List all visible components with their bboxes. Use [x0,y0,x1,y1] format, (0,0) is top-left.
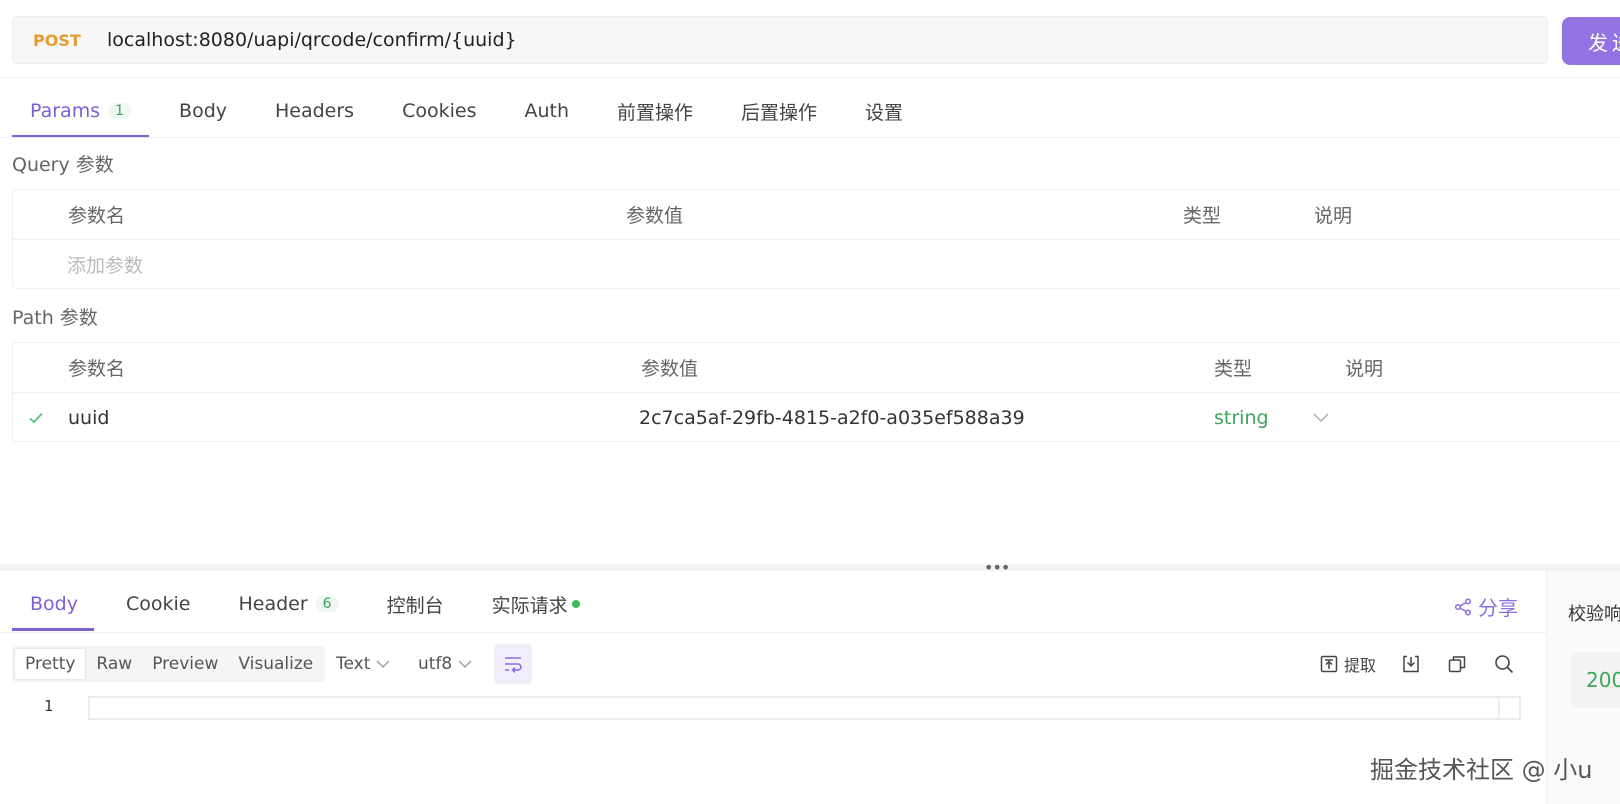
share-button[interactable]: 分享 [1454,592,1518,621]
tab-actual-request[interactable]: 实际请求 [492,577,580,631]
param-value[interactable]: 2c7ca5af-29fb-4815-a2f0-a035ef588a39 [639,393,1025,442]
column-header-type: 类型 [1214,358,1253,380]
table-row: uuid 2c7ca5af-29fb-4815-a2f0-a035ef588a3… [13,392,1620,441]
view-raw[interactable]: Raw [86,648,142,680]
line-number: 1 [44,697,54,715]
url-input[interactable]: localhost:8080/uapi/qrcode/confirm/{uuid… [107,29,517,51]
add-param-row[interactable]: 添加参数 [13,239,1620,288]
method-selector[interactable]: POST [33,31,91,50]
response-tabs: Body Cookie Header 6 控制台 实际请求 [12,576,628,632]
tab-params[interactable]: Params 1 [12,84,150,138]
view-preview[interactable]: Preview [142,648,228,680]
view-mode-toggle: Pretty Raw Preview Visualize [12,646,326,682]
tab-response-header[interactable]: Header 6 [238,577,339,631]
divider [0,137,1620,138]
column-header-name: 参数名 [68,205,126,227]
drag-handle-icon[interactable]: ••• [984,558,1010,577]
table-header-row: 参数名 参数值 类型 说明 [13,190,1620,239]
view-visualize[interactable]: Visualize [228,648,323,680]
format-value: Text [336,654,371,674]
request-tabs: Params 1 Body Headers Cookies Auth 前置操作 … [12,84,951,138]
extract-icon [1320,655,1338,673]
format-select[interactable]: Text [336,648,390,680]
column-header-value: 参数值 [626,205,684,227]
column-header-name: 参数名 [68,358,126,380]
share-icon [1454,597,1472,616]
view-pretty[interactable]: Pretty [14,648,87,680]
path-params-table: 参数名 参数值 类型 说明 uuid 2c7ca5af-29fb-4815-a2… [12,342,1620,442]
extract-label: 提取 [1344,656,1377,675]
tab-auth[interactable]: Auth [524,84,569,138]
chevron-down-icon[interactable] [1313,393,1329,442]
share-label: 分享 [1478,596,1518,620]
editor-scrollbar[interactable] [1498,696,1522,720]
tab-body[interactable]: Body [179,84,227,138]
tab-pre-processors[interactable]: 前置操作 [617,84,693,138]
panel-splitter[interactable] [0,564,1620,571]
tab-post-processors[interactable]: 后置操作 [741,84,817,138]
url-bar[interactable]: POST localhost:8080/uapi/qrcode/confirm/… [12,16,1548,64]
tab-cookies[interactable]: Cookies [402,84,476,138]
column-header-desc: 说明 [1345,358,1384,380]
chevron-down-icon [458,660,472,668]
download-button[interactable] [1402,650,1420,678]
search-icon [1495,655,1514,674]
download-icon [1403,655,1419,673]
tab-console[interactable]: 控制台 [387,577,444,631]
copy-button[interactable] [1448,650,1466,678]
watermark: 掘金技术社区 @ 小u [1370,756,1593,784]
search-button[interactable] [1494,650,1514,678]
tab-response-cookie[interactable]: Cookie [126,577,191,631]
query-params-title: Query 参数 [12,154,114,176]
send-button[interactable]: 发送 [1562,17,1620,65]
divider [0,632,1546,633]
tab-response-body[interactable]: Body [12,577,94,631]
tab-headers[interactable]: Headers [275,84,354,138]
params-count-badge: 1 [108,103,132,119]
word-wrap-icon [505,657,522,673]
param-name[interactable]: uuid [68,393,109,442]
divider [0,77,1620,78]
header-count-badge: 6 [315,596,339,612]
status-dot [571,600,580,608]
add-param-input[interactable]: 添加参数 [67,240,143,289]
copy-icon [1448,656,1466,673]
param-type[interactable]: string [1214,393,1269,442]
extract-button[interactable]: 提取 [1320,650,1376,678]
column-header-value: 参数值 [641,358,699,380]
query-params-table: 参数名 参数值 类型 说明 添加参数 [12,189,1620,289]
response-editor[interactable] [88,696,1521,720]
tab-label: Header [238,593,308,615]
word-wrap-button[interactable] [494,644,532,684]
table-header-row: 参数名 参数值 类型 说明 [13,343,1620,392]
status-code: 200 [1570,652,1620,708]
path-params-title: Path 参数 [12,307,98,329]
column-header-type: 类型 [1183,205,1222,227]
encoding-select[interactable]: utf8 [418,648,472,680]
column-header-desc: 说明 [1314,205,1353,227]
tab-label: 实际请求 [491,594,568,617]
check-icon[interactable] [29,393,43,442]
validation-title: 校验响应 [1568,604,1620,625]
encoding-value: utf8 [418,654,453,674]
tab-label: Params [30,100,101,122]
tab-settings[interactable]: 设置 [865,84,903,138]
chevron-down-icon [376,660,390,668]
